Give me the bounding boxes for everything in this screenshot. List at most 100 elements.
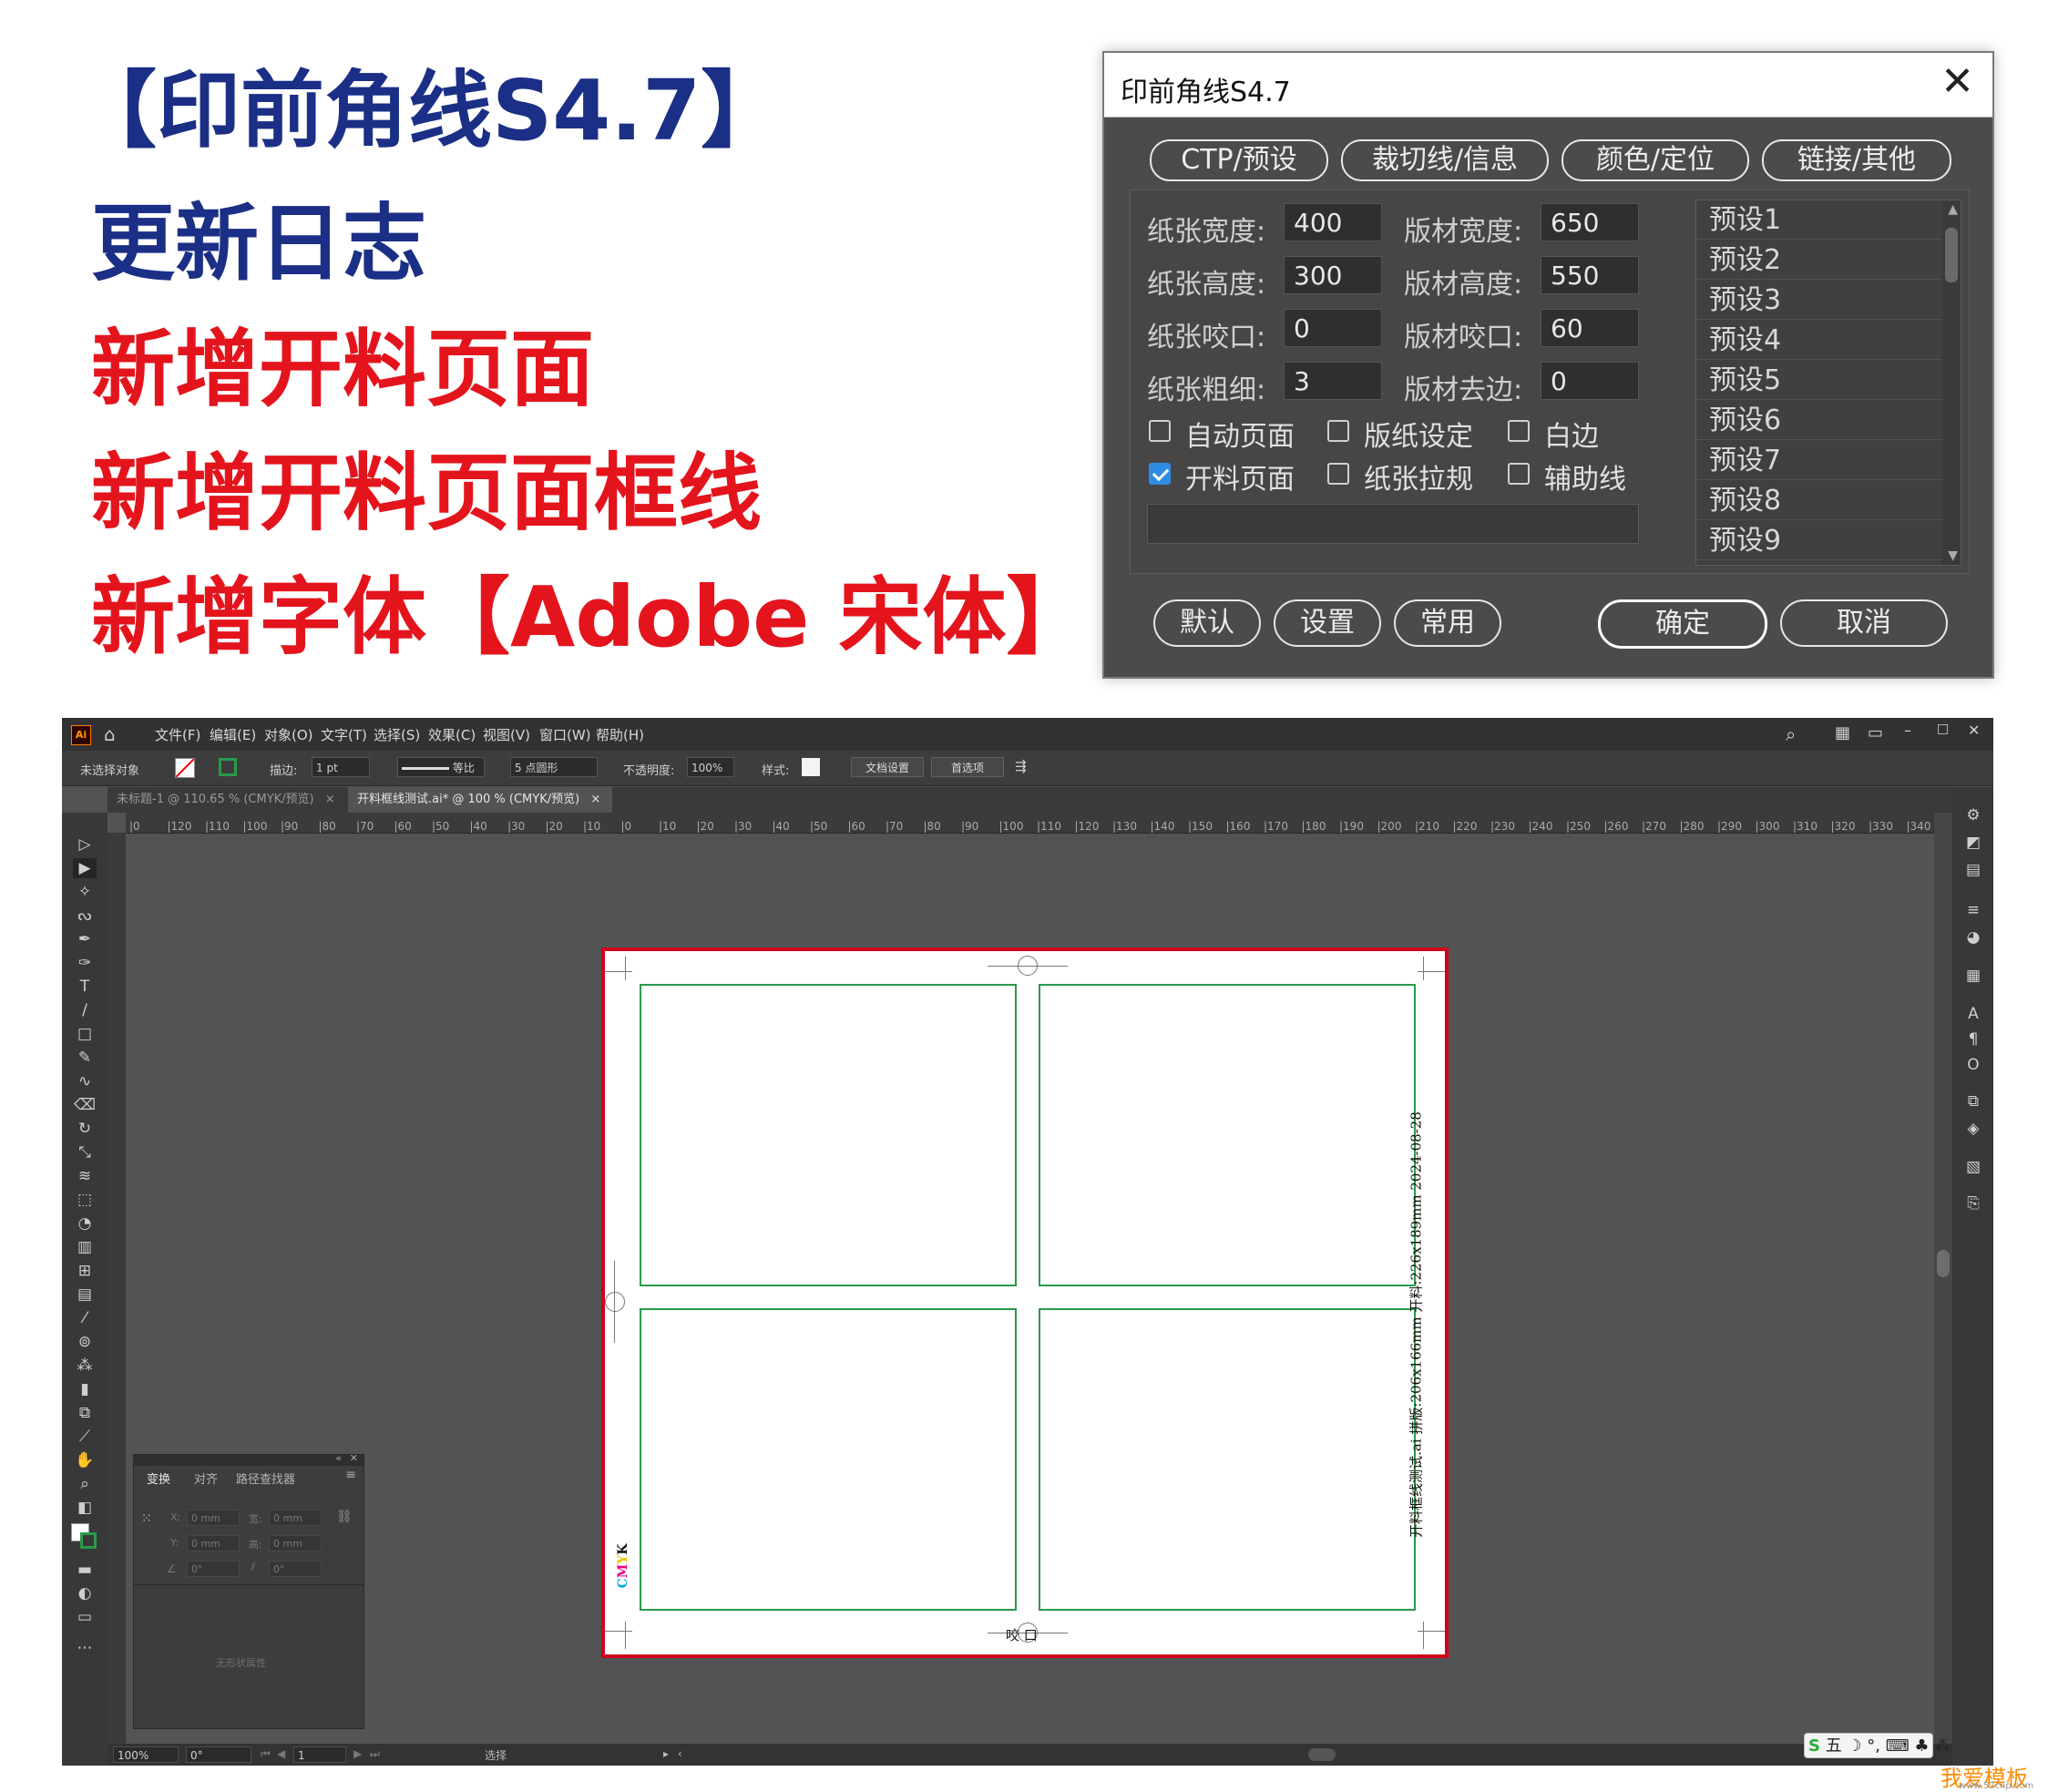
gradient-panel-icon[interactable]: ▦ bbox=[1963, 966, 1983, 986]
mesh-icon[interactable]: ⊞ bbox=[73, 1261, 97, 1281]
close-icon[interactable]: ✕ bbox=[350, 1452, 358, 1464]
slice-icon[interactable]: ⟋ bbox=[73, 1427, 97, 1447]
eraser-icon[interactable]: ⌫ bbox=[73, 1095, 97, 1115]
document-setup-button[interactable]: 文档设置 bbox=[851, 757, 924, 777]
libraries-icon[interactable]: ◩ bbox=[1963, 833, 1983, 853]
cut-frame-bottom-right[interactable] bbox=[1039, 1308, 1416, 1611]
h-input[interactable]: 0 mm bbox=[269, 1535, 322, 1551]
list-item[interactable]: 预设6 bbox=[1696, 401, 1942, 440]
tab-link-other[interactable]: 链接/其他 bbox=[1762, 139, 1951, 181]
chevron-down-icon[interactable]: ▼ bbox=[1948, 548, 1958, 563]
chevron-right-icon[interactable]: ▸ bbox=[663, 1747, 669, 1760]
paper-bite-input[interactable]: 0 bbox=[1284, 309, 1382, 347]
panel-header[interactable]: « ✕ bbox=[134, 1452, 364, 1466]
paper-width-input[interactable]: 400 bbox=[1284, 203, 1382, 241]
rotate-input[interactable]: 0° bbox=[187, 1561, 240, 1577]
reference-point-icon[interactable]: ⁙ bbox=[141, 1511, 152, 1526]
tab-close-icon[interactable]: × bbox=[590, 793, 600, 806]
symbol-sprayer-icon[interactable]: ⁂ bbox=[73, 1356, 97, 1376]
style-swatch[interactable] bbox=[802, 758, 820, 776]
x-input[interactable]: 0 mm bbox=[187, 1510, 240, 1526]
last-artboard-icon[interactable]: ⏭ bbox=[370, 1747, 380, 1761]
hand-icon[interactable]: ✋ bbox=[73, 1450, 97, 1470]
line-icon[interactable]: / bbox=[73, 1000, 97, 1020]
gradient-icon[interactable]: ▤ bbox=[73, 1285, 97, 1305]
menu-object[interactable]: 对象(O) bbox=[264, 725, 313, 744]
shape-builder-icon[interactable]: ◔ bbox=[73, 1213, 97, 1234]
rotate-view-select[interactable]: 0° bbox=[186, 1746, 251, 1763]
tab-color-position[interactable]: 颜色/定位 bbox=[1562, 139, 1749, 181]
menu-type[interactable]: 文字(T) bbox=[321, 725, 367, 744]
menu-view[interactable]: 视图(V) bbox=[483, 725, 530, 744]
menu-select[interactable]: 选择(S) bbox=[374, 725, 420, 744]
list-item[interactable]: 预设7 bbox=[1696, 441, 1942, 480]
common-button[interactable]: 常用 bbox=[1394, 599, 1501, 647]
scroll-thumb[interactable] bbox=[1945, 228, 1958, 282]
pen-icon[interactable]: ✒ bbox=[73, 929, 97, 949]
paper-thickness-input[interactable]: 3 bbox=[1284, 362, 1382, 400]
color-icon[interactable]: ◕ bbox=[1963, 927, 1983, 947]
menu-window[interactable]: 窗口(W) bbox=[539, 725, 591, 744]
vertical-scrollbar[interactable] bbox=[1934, 813, 1952, 1744]
info-input[interactable] bbox=[1147, 504, 1639, 544]
tab-untitled[interactable]: 未标题-1 @ 110.65 % (CMYK/预览) × bbox=[108, 787, 346, 813]
paintbrush-icon[interactable]: ✎ bbox=[73, 1048, 97, 1068]
chevron-left-icon[interactable]: ‹ bbox=[678, 1747, 682, 1760]
list-item[interactable]: 预设9 bbox=[1696, 521, 1942, 560]
column-graph-icon[interactable]: ▮ bbox=[73, 1379, 97, 1399]
arrange-icon[interactable]: ▭ bbox=[1868, 723, 1883, 742]
arrange-documents-icon[interactable]: ⇶ bbox=[1015, 758, 1027, 774]
export-icon[interactable]: ⎘ bbox=[1963, 1193, 1983, 1213]
tab-align[interactable]: 对齐 bbox=[194, 1469, 218, 1487]
tab-cut-frame-test[interactable]: 开料框线测试.ai* @ 100 % (CMYK/预览) × bbox=[348, 787, 612, 813]
minimize-icon[interactable]: – bbox=[1904, 722, 1911, 739]
link-icon[interactable]: ⛓ bbox=[336, 1510, 353, 1524]
default-button[interactable]: 默认 bbox=[1153, 599, 1261, 647]
artboard[interactable]: 开料框线测试.ai 拼版:206x166mm 开料:226x189mm 2024… bbox=[601, 947, 1449, 1658]
tab-cutline-info[interactable]: 裁切线/信息 bbox=[1341, 139, 1549, 181]
next-artboard-icon[interactable]: ▶ bbox=[353, 1747, 362, 1760]
image-trace-icon[interactable]: ▧ bbox=[1963, 1157, 1983, 1177]
menu-file[interactable]: 文件(F) bbox=[155, 725, 200, 744]
type-icon[interactable]: T bbox=[73, 977, 97, 997]
collapse-icon[interactable]: « bbox=[335, 1452, 342, 1464]
plate-width-input[interactable]: 650 bbox=[1541, 203, 1639, 241]
tab-pathfinder[interactable]: 路径查找器 bbox=[236, 1469, 295, 1487]
layers-icon[interactable]: ◈ bbox=[1963, 1119, 1983, 1139]
paper-pull-guide-checkbox[interactable] bbox=[1327, 463, 1349, 485]
selection-icon[interactable]: ▶ bbox=[73, 858, 97, 878]
menu-effect[interactable]: 效果(C) bbox=[428, 725, 476, 744]
magic-wand-icon[interactable]: ✧ bbox=[73, 882, 97, 902]
list-item[interactable]: 预设2 bbox=[1696, 241, 1942, 280]
menu-help[interactable]: 帮助(H) bbox=[596, 725, 644, 744]
menu-lines-icon[interactable]: ≡ bbox=[1963, 900, 1983, 920]
color-mode-icon[interactable]: ▬ bbox=[73, 1560, 97, 1580]
guide-line-checkbox[interactable] bbox=[1508, 463, 1530, 485]
stroke-weight-input[interactable]: 1 pt bbox=[312, 757, 370, 777]
maximize-icon[interactable]: □ bbox=[1937, 722, 1949, 736]
lasso-icon[interactable]: ᔓ bbox=[73, 906, 97, 926]
plate-bite-input[interactable]: 60 bbox=[1541, 309, 1639, 347]
curvature-icon[interactable]: ✑ bbox=[73, 953, 97, 973]
layers-panel-icon[interactable]: ▤ bbox=[1963, 860, 1983, 880]
close-icon[interactable]: ✕ bbox=[1968, 722, 1980, 739]
tab-close-icon[interactable]: × bbox=[325, 793, 335, 806]
character-icon[interactable]: A bbox=[1963, 1004, 1983, 1024]
brush-select[interactable]: 5 点圆形 bbox=[510, 757, 598, 777]
stroke-swatch[interactable] bbox=[219, 758, 237, 776]
paper-setting-checkbox[interactable] bbox=[1327, 420, 1349, 442]
preset-list[interactable]: 预设1 预设2 预设3 预设4 预设5 预设6 预设7 预设8 预设9 ▲ ▼ bbox=[1695, 200, 1961, 566]
direct-selection-icon[interactable]: ▷ bbox=[73, 835, 97, 855]
plate-trim-input[interactable]: 0 bbox=[1541, 362, 1639, 400]
scale-icon[interactable]: ⤡ bbox=[73, 1142, 97, 1162]
scroll-thumb[interactable] bbox=[1937, 1250, 1950, 1277]
menu-edit[interactable]: 编辑(E) bbox=[210, 725, 256, 744]
ime-toolbar[interactable]: S 五 ☽ °, ⌨ ♣ ⁂ bbox=[1804, 1733, 1951, 1758]
workspace-icon[interactable]: ▦ bbox=[1835, 723, 1850, 742]
rectangle-icon[interactable]: □ bbox=[73, 1024, 97, 1044]
eyedropper-icon[interactable]: ⁄ bbox=[73, 1308, 97, 1328]
shaper-icon[interactable]: ∿ bbox=[73, 1071, 97, 1091]
rotate-icon[interactable]: ↻ bbox=[73, 1119, 97, 1139]
warp-icon[interactable]: ≋ bbox=[73, 1166, 97, 1186]
panel-menu-icon[interactable]: ≡ bbox=[345, 1468, 356, 1482]
